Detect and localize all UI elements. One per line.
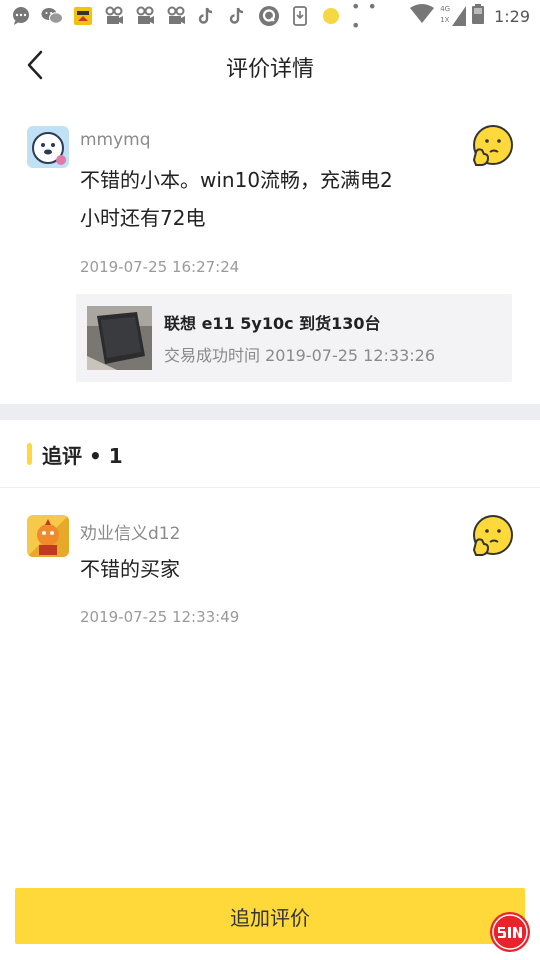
message-icon (10, 5, 32, 27)
tiktok-icon (196, 5, 218, 27)
page-title: 评价详情 (225, 57, 314, 82)
product-thumbnail (87, 306, 152, 370)
chevron-left-icon (26, 50, 44, 84)
add-review-button[interactable]: 追加评价 (15, 888, 525, 944)
review-username: mmymq (80, 130, 151, 150)
thinking-face-icon (470, 124, 514, 168)
status-bar: • • • 4G 1X 1:29 (0, 0, 540, 35)
header: 评价详情 (0, 32, 540, 102)
review-timestamp: 2019-07-25 16:27:24 (80, 258, 240, 276)
followup-text: 不错的买家 (80, 557, 180, 581)
tiktok-icon (227, 5, 249, 27)
followup-username: 劝业信义d12 (80, 524, 181, 544)
add-review-label: 追加评价 (230, 905, 310, 930)
video-icon (165, 5, 187, 27)
video-icon (103, 5, 125, 27)
wechat-icon (41, 5, 63, 27)
avatar[interactable] (27, 515, 69, 557)
battery-icon (472, 4, 485, 28)
app-icon (72, 5, 94, 27)
network-label-bottom: 1X (440, 16, 450, 24)
signal-icon: 4G 1X (440, 5, 467, 27)
followup-timestamp: 2019-07-25 12:33:49 (80, 608, 240, 626)
video-icon (134, 5, 156, 27)
thinking-face-icon (470, 514, 514, 558)
product-title: 联想 e11 5y10c 到货130台 (164, 314, 381, 333)
back-button[interactable] (18, 50, 52, 84)
more-icon: • • • (351, 0, 378, 35)
followup-title: 追评 • 1 (42, 444, 123, 468)
product-card[interactable]: 联想 e11 5y10c 到货130台 交易成功时间 2019-07-25 12… (76, 294, 512, 382)
page: • • • 4G 1X 1:29 评价详情 mmymq 不错的小本。win10流… (0, 0, 540, 960)
status-time: 1:29 (494, 6, 530, 26)
review-text-line2: 小时还有72电 (80, 206, 206, 230)
dot-icon (320, 5, 342, 27)
section-divider (0, 404, 540, 420)
accent-bar (27, 443, 32, 465)
avatar[interactable] (27, 126, 69, 168)
network-label-top: 4G (440, 5, 451, 13)
download-icon (289, 5, 311, 27)
q-icon (258, 5, 280, 27)
product-transaction-time: 交易成功时间 2019-07-25 12:33:26 (164, 346, 436, 365)
review-text-line1: 不错的小本。win10流畅，充满电2 (80, 168, 393, 192)
watermark-logo (489, 911, 531, 953)
wifi-icon (410, 4, 435, 28)
followup-section-header: 追评 • 1 (0, 420, 540, 488)
